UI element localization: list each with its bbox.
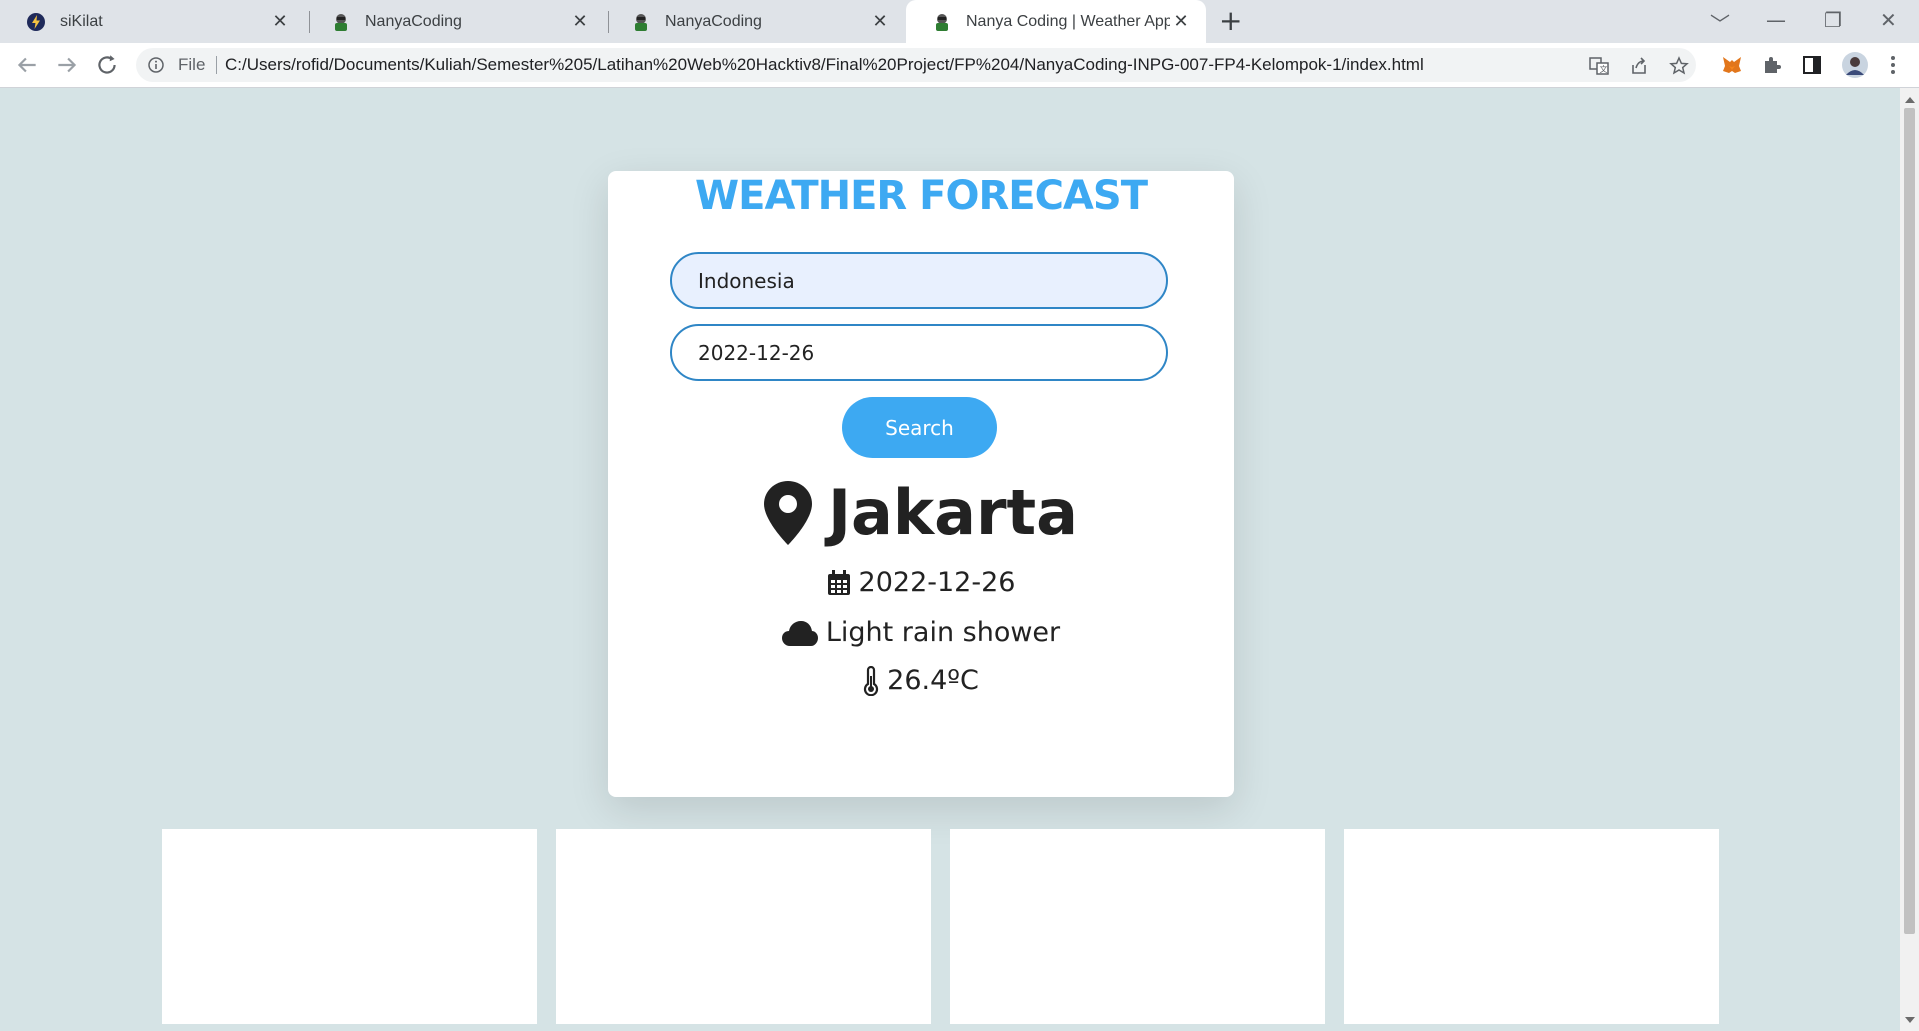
forecast-date: 2022-12-26 <box>858 567 1016 598</box>
reload-icon[interactable] <box>94 52 120 78</box>
cloud-icon <box>781 620 818 646</box>
svg-text:文: 文 <box>1600 64 1608 74</box>
forward-arrow-icon[interactable] <box>54 52 80 78</box>
weather-condition: Light rain shower <box>825 617 1061 648</box>
location-pin-icon <box>763 480 812 545</box>
tab-title: NanyaCoding <box>665 12 762 30</box>
tab-title: Nanya Coding | Weather App <box>966 12 1170 30</box>
scheme-label: File <box>178 55 206 74</box>
forecast-card-3 <box>950 829 1325 1024</box>
city-heading: Jakarta <box>608 476 1234 549</box>
back-arrow-icon[interactable] <box>14 52 40 78</box>
bookmark-star-icon[interactable] <box>1669 56 1689 76</box>
sikilat-favicon-icon <box>27 12 45 31</box>
tab-sikilat[interactable]: siKilat ✕ <box>0 0 305 43</box>
temperature-row: 26.4ºC <box>608 665 1234 696</box>
close-tab-icon[interactable]: ✕ <box>869 11 891 32</box>
date-input[interactable] <box>670 324 1168 381</box>
minimize-button[interactable]: — <box>1766 8 1786 32</box>
scroll-up-arrow-icon[interactable] <box>1905 97 1915 103</box>
extensions-puzzle-icon[interactable] <box>1761 54 1783 76</box>
scroll-down-arrow-icon[interactable] <box>1905 1017 1915 1023</box>
nanyacoding-favicon-icon <box>936 13 948 31</box>
profile-avatar[interactable] <box>1841 51 1869 79</box>
side-panel-icon[interactable] <box>1801 54 1823 76</box>
nanyacoding-favicon-icon <box>635 13 647 31</box>
restore-button[interactable]: ❐ <box>1824 8 1842 32</box>
tab-title: NanyaCoding <box>365 12 462 30</box>
page-title: WEATHER FORECAST <box>695 173 1148 219</box>
metamask-extension-icon[interactable] <box>1721 54 1743 76</box>
new-tab-button[interactable]: + <box>1219 6 1242 36</box>
temperature: 26.4ºC <box>887 665 979 696</box>
forecast-card-2 <box>556 829 931 1024</box>
close-tab-icon[interactable]: ✕ <box>569 11 591 32</box>
share-icon[interactable] <box>1629 56 1649 76</box>
forecast-card-1 <box>162 829 537 1024</box>
tab-nanyacoding-2[interactable]: NanyaCoding ✕ <box>605 0 905 43</box>
forecast-card-4 <box>1344 829 1719 1024</box>
tab-strip: siKilat ✕ NanyaCoding ✕ NanyaCoding ✕ Na… <box>0 0 1919 43</box>
kebab-menu-icon[interactable] <box>1882 54 1904 76</box>
city-name: Jakarta <box>827 476 1079 549</box>
translate-icon[interactable]: 文 <box>1589 56 1609 76</box>
close-tab-icon[interactable]: ✕ <box>1170 11 1192 32</box>
tab-title: siKilat <box>60 12 103 30</box>
url-text[interactable]: C:/Users/rofid/Documents/Kuliah/Semester… <box>225 55 1424 75</box>
browser-toolbar: File C:/Users/rofid/Documents/Kuliah/Sem… <box>0 43 1919 88</box>
forecast-date-row: 2022-12-26 <box>608 567 1234 598</box>
scrollbar-thumb[interactable] <box>1904 108 1915 934</box>
weather-condition-row: Light rain shower <box>608 617 1234 648</box>
country-input[interactable] <box>670 252 1168 309</box>
site-info-icon[interactable] <box>148 57 164 73</box>
tab-nanyacoding-1[interactable]: NanyaCoding ✕ <box>305 0 605 43</box>
calendar-icon <box>827 569 850 595</box>
address-bar[interactable]: File C:/Users/rofid/Documents/Kuliah/Sem… <box>136 48 1696 82</box>
tab-weather-app[interactable]: Nanya Coding | Weather App ✕ <box>906 0 1206 43</box>
close-tab-icon[interactable]: ✕ <box>269 11 291 32</box>
thermometer-icon <box>864 665 879 696</box>
address-divider <box>216 56 217 74</box>
nanyacoding-favicon-icon <box>335 13 347 31</box>
search-button[interactable]: Search <box>842 397 997 458</box>
weather-card: WEATHER FORECAST Search Jakarta 2022-12-… <box>608 171 1234 797</box>
tab-search-chevron-icon[interactable]: ﹀ <box>1710 8 1730 37</box>
close-window-button[interactable]: ✕ <box>1880 8 1897 32</box>
